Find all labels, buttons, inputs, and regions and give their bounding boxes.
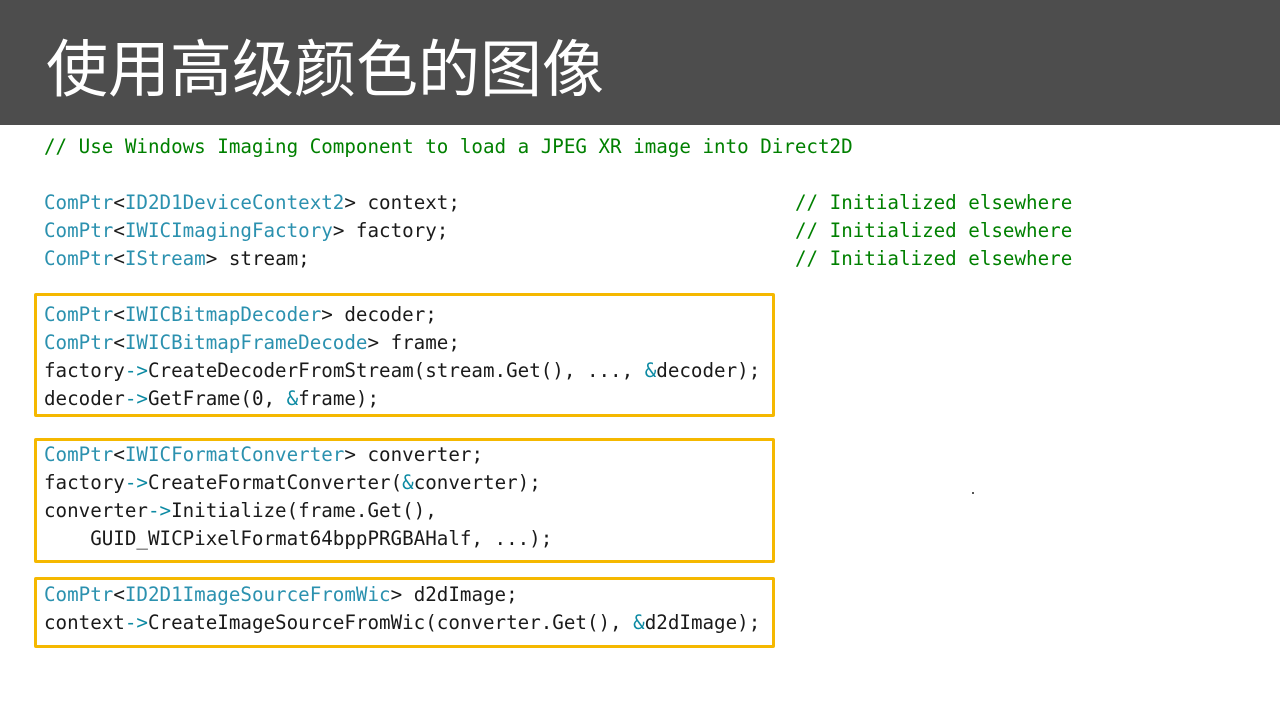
variable-name: factory; xyxy=(344,219,449,242)
type-name: ID2D1ImageSourceFromWic xyxy=(124,583,391,606)
type-name: IWICImagingFactory xyxy=(124,219,333,242)
method-call: CreateFormatConverter( xyxy=(147,471,403,494)
type-name: IWICBitmapDecoder xyxy=(124,303,322,326)
variable-name: stream; xyxy=(217,247,310,270)
template-name: ComPtr xyxy=(44,191,114,214)
code-line-create-converter: factory->CreateFormatConverter(&converte… xyxy=(44,469,541,497)
method-call: GetFrame(0, xyxy=(147,387,287,410)
angle-open: < xyxy=(113,219,125,242)
stray-dot xyxy=(972,492,974,494)
code-comment-initialized: // Initialized elsewhere xyxy=(795,191,1073,214)
variable-name: frame; xyxy=(379,331,460,354)
object-name: decoder xyxy=(44,387,125,410)
object-name: converter xyxy=(44,499,148,522)
title-bar: 使用高级颜色的图像 xyxy=(0,0,1280,125)
code-line-image-decl: ComPtr<ID2D1ImageSourceFromWic> d2dImage… xyxy=(44,581,518,609)
angle-close: > xyxy=(367,331,380,354)
template-name: ComPtr xyxy=(44,331,114,354)
variable-name: converter; xyxy=(355,443,484,466)
address-operator: & xyxy=(644,359,657,382)
type-name: IWICFormatConverter xyxy=(124,443,345,466)
angle-open: < xyxy=(113,247,125,270)
arrow-operator: -> xyxy=(124,471,148,494)
angle-close: > xyxy=(205,247,218,270)
angle-open: < xyxy=(113,191,125,214)
angle-open: < xyxy=(113,303,125,326)
template-name: ComPtr xyxy=(44,219,114,242)
template-name: ComPtr xyxy=(44,303,114,326)
address-operator: & xyxy=(633,611,645,634)
call-rest: decoder); xyxy=(656,359,761,382)
object-name: factory xyxy=(44,471,125,494)
code-line-decoder-decl: ComPtr<IWICBitmapDecoder> decoder; xyxy=(44,301,437,329)
address-operator: & xyxy=(402,471,414,494)
code-comment-header: // Use Windows Imaging Component to load… xyxy=(44,135,853,158)
variable-name: d2dImage; xyxy=(402,583,518,606)
code-line-get-frame: decoder->GetFrame(0, &frame); xyxy=(44,385,379,413)
angle-close: > xyxy=(332,219,345,242)
method-call: CreateDecoderFromStream(stream.Get(), ..… xyxy=(147,359,645,382)
type-name: IWICBitmapFrameDecode xyxy=(124,331,368,354)
variable-name: decoder; xyxy=(332,303,437,326)
angle-close: > xyxy=(321,303,333,326)
type-name: ID2D1DeviceContext2 xyxy=(124,191,345,214)
code-line-create-decoder: factory->CreateDecoderFromStream(stream.… xyxy=(44,357,760,385)
template-name: ComPtr xyxy=(44,443,114,466)
method-call: CreateImageSourceFromWic(converter.Get()… xyxy=(147,611,634,634)
call-rest: frame); xyxy=(298,387,380,410)
code-comment-initialized: // Initialized elsewhere xyxy=(795,247,1073,270)
arrow-operator: -> xyxy=(147,499,172,522)
template-name: ComPtr xyxy=(44,247,114,270)
code-line-pixel-format: GUID_WICPixelFormat64bppPRGBAHalf, ...); xyxy=(44,527,553,550)
angle-open: < xyxy=(113,583,125,606)
variable-name: context; xyxy=(355,191,460,214)
address-operator: & xyxy=(286,387,299,410)
object-name: factory xyxy=(44,359,125,382)
angle-open: < xyxy=(113,443,125,466)
call-rest: converter); xyxy=(413,471,541,494)
code-line-create-image: context->CreateImageSourceFromWic(conver… xyxy=(44,609,760,637)
slide-title: 使用高级颜色的图像 xyxy=(46,33,605,106)
call-rest: d2dImage); xyxy=(644,611,761,634)
code-line-frame-decl: ComPtr<IWICBitmapFrameDecode> frame; xyxy=(44,329,460,357)
template-name: ComPtr xyxy=(44,583,114,606)
code-line-initialize: converter->Initialize(frame.Get(), xyxy=(44,497,437,525)
code-line-context-decl: ComPtr<ID2D1DeviceContext2> context; xyxy=(44,189,460,217)
angle-close: > xyxy=(390,583,403,606)
arrow-operator: -> xyxy=(124,387,148,410)
method-call: Initialize(frame.Get(), xyxy=(171,499,437,522)
angle-open: < xyxy=(113,331,125,354)
object-name: context xyxy=(44,611,125,634)
angle-close: > xyxy=(344,191,356,214)
angle-close: > xyxy=(344,443,356,466)
code-line-converter-decl: ComPtr<IWICFormatConverter> converter; xyxy=(44,441,483,469)
code-comment-initialized: // Initialized elsewhere xyxy=(795,219,1073,242)
type-name: IStream xyxy=(124,247,206,270)
code-line-stream-decl: ComPtr<IStream> stream; xyxy=(44,245,310,273)
arrow-operator: -> xyxy=(124,359,148,382)
code-line-factory-decl: ComPtr<IWICImagingFactory> factory; xyxy=(44,217,448,245)
arrow-operator: -> xyxy=(124,611,148,634)
